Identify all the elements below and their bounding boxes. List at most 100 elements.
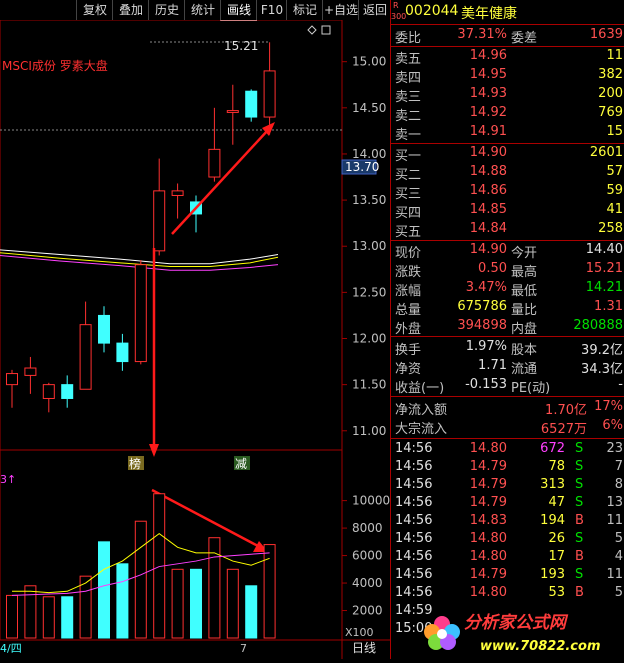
stat2-row: 净资 1.71 流通 34.3亿 [391, 358, 624, 377]
market-badge-bottom: 300 [391, 12, 407, 21]
overlay-button[interactable]: 叠加 [112, 0, 149, 20]
kline-chart-area[interactable]: MSCI成份 罗素大盘 15.21 15.00 14.50 14.00 13.50 13… [0, 20, 390, 659]
quote-panel: R 300 002044 美年健康 委比 37.31% 委差 1639 卖五 14… [390, 0, 624, 659]
volume-tick-label: 10000 [352, 494, 390, 508]
volume-bar [245, 585, 258, 639]
buy-row: 买五 14.84 258 [391, 221, 624, 240]
fuquan-button[interactable]: 复权 [76, 0, 113, 20]
price-tick-label: 13.00 [352, 239, 386, 253]
event-tag-jian[interactable]: 减 [235, 457, 247, 471]
sell-volume: 382 [598, 67, 623, 82]
buy-volume: 57 [606, 164, 623, 179]
volume-tick-label: 8000 [352, 521, 383, 535]
flow-label: 大宗流入 [395, 422, 448, 437]
sell-price: 14.93 [469, 86, 507, 101]
volume-bar [116, 563, 129, 639]
candle[interactable] [226, 84, 239, 145]
event-tag-bang[interactable]: 榜 [129, 456, 141, 471]
trend-arrow-down [149, 248, 159, 457]
candle[interactable] [245, 89, 258, 122]
stat-value: - [618, 377, 623, 392]
tick-row: 14:56 14.83 194 B 11 [391, 513, 624, 531]
tick-volume: 193 [540, 567, 565, 582]
price-tick-label: 14.00 [352, 147, 386, 161]
chart-toolbar: 复权 叠加 历史 统计 画线 F10 标记 +自选 返回 [0, 0, 391, 21]
volume-tick-label: 4000 [352, 576, 383, 590]
tick-count: 13 [606, 495, 623, 510]
stat-value: 14.90 [469, 242, 507, 257]
candles-group [6, 42, 276, 413]
candle[interactable] [171, 183, 184, 219]
tick-time: 14:56 [395, 531, 433, 546]
kline-chart[interactable]: MSCI成份 罗素大盘 15.21 15.00 14.50 14.00 13.50 13… [0, 20, 390, 659]
sell-level-label: 卖四 [395, 71, 422, 86]
buy-row: 买一 14.90 2601 [391, 145, 624, 164]
tick-price: 14.80 [469, 549, 507, 564]
sell-price: 14.96 [469, 48, 507, 63]
index-membership-text: MSCI成份 罗素大盘 [2, 58, 108, 73]
weicha-value: 1639 [589, 27, 623, 42]
candle[interactable] [6, 369, 18, 408]
tick-count: 4 [614, 549, 623, 564]
tick-row: 14:56 14.80 53 B 5 [391, 585, 624, 603]
watermark: 分析家公式网 www.70822.com [420, 604, 624, 659]
add-favorite-button[interactable]: +自选 [322, 0, 359, 20]
stat2-row: 换手 1.97% 股本 39.2亿 [391, 339, 624, 358]
tick-volume: 17 [548, 549, 565, 564]
mark-button[interactable]: 标记 [286, 0, 323, 20]
tick-side: S [575, 477, 584, 492]
stat-label: 股本 [511, 343, 538, 358]
tick-volume: 672 [540, 441, 565, 456]
buy-row: 买二 14.88 57 [391, 164, 624, 183]
stat-value: -0.153 [465, 377, 507, 392]
tick-side: S [575, 567, 584, 582]
flow-percent: 17% [594, 399, 623, 414]
stat-value: 39.2亿 [581, 343, 623, 358]
candle[interactable] [153, 158, 166, 256]
period-selector[interactable]: 日线 [352, 641, 376, 655]
tick-price: 14.80 [469, 441, 507, 456]
flow-label: 净流入额 [395, 403, 448, 418]
candle[interactable] [42, 382, 55, 413]
tick-price: 14.80 [469, 585, 507, 600]
candle[interactable] [61, 375, 74, 408]
tick-volume: 53 [548, 585, 565, 600]
tick-side: S [575, 495, 584, 510]
chart-settings-icons[interactable] [307, 25, 331, 35]
candle[interactable] [263, 42, 276, 135]
stat-label: 外盘 [395, 322, 422, 337]
history-button[interactable]: 历史 [148, 0, 185, 20]
sell-row: 卖四 14.95 382 [391, 67, 624, 86]
tick-count: 7 [614, 459, 623, 474]
candle[interactable] [116, 333, 129, 371]
tick-row: 14:56 14.79 47 S 13 [391, 495, 624, 513]
stat-value: 0.50 [478, 261, 507, 276]
candle[interactable] [24, 356, 37, 394]
tick-price: 14.83 [469, 513, 507, 528]
candle[interactable] [98, 306, 110, 353]
price-tick-label: 11.50 [352, 378, 386, 392]
candle-body [98, 314, 110, 344]
buy-level-label: 买四 [395, 206, 422, 221]
f10-button[interactable]: F10 [256, 0, 287, 20]
stat-row: 现价 14.90 今开 14.40 [391, 242, 624, 261]
draw-line-button[interactable]: 画线 [220, 0, 257, 21]
tick-count: 11 [606, 567, 623, 582]
candle-body [171, 190, 184, 196]
tick-volume: 26 [548, 531, 565, 546]
market-badge-top: R [393, 1, 399, 10]
back-button[interactable]: 返回 [358, 0, 391, 20]
volume-indicator: 3↑ [0, 473, 16, 486]
candle[interactable] [79, 301, 92, 390]
volume-unit: X100 [345, 626, 374, 639]
candle[interactable] [134, 260, 147, 365]
tick-side: B [575, 585, 584, 600]
tick-row: 14:56 14.80 672 S 23 [391, 441, 624, 459]
stats-button[interactable]: 统计 [184, 0, 221, 20]
tick-side: S [575, 531, 584, 546]
candle-body [42, 384, 55, 399]
tick-price: 14.80 [469, 531, 507, 546]
candle[interactable] [208, 107, 221, 182]
watermark-title: 分析家公式网 [464, 613, 569, 633]
weibi-row: 委比 37.31% 委差 1639 [391, 27, 624, 46]
